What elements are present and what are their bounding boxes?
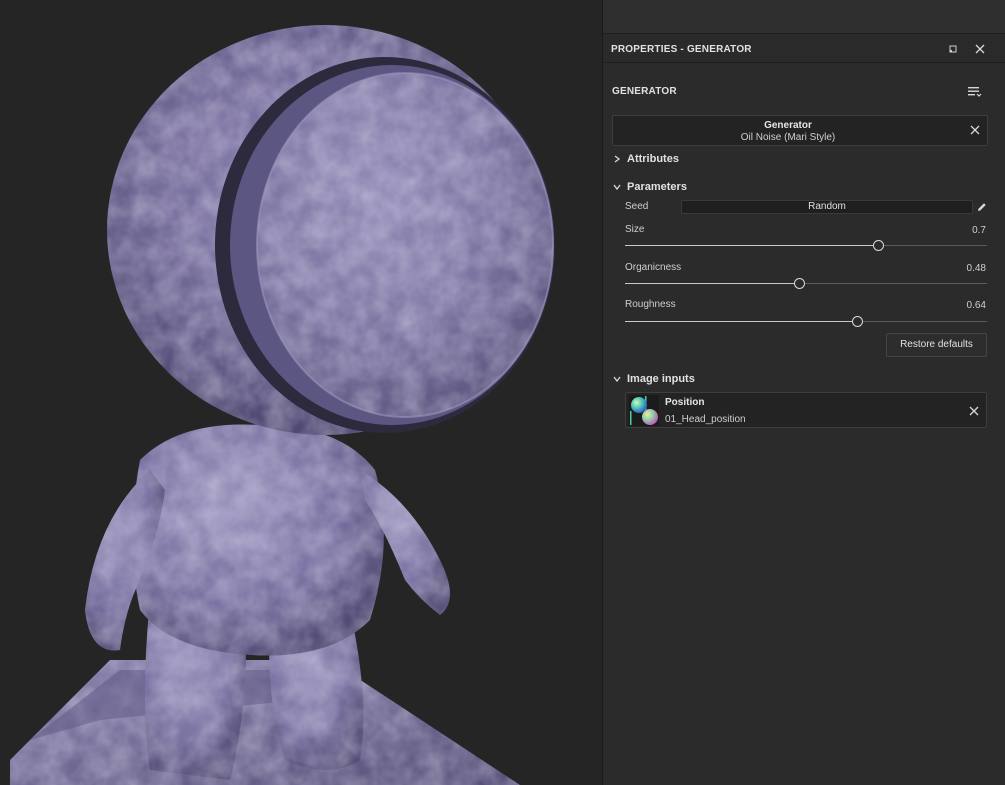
generator-name: Oil Noise (Mari Style) [740,132,836,143]
slider-fill [625,283,799,284]
section-parameters[interactable]: Parameters [612,181,687,193]
image-input-position[interactable]: Position 01_Head_position [625,392,987,428]
size-label: Size [625,224,645,235]
size-slider[interactable] [625,240,987,252]
close-icon[interactable] [969,124,981,136]
torso [132,424,384,656]
roughness-value[interactable]: 0.64 [967,300,986,311]
pencil-icon[interactable] [976,201,988,213]
organicness-value[interactable]: 0.48 [967,263,986,274]
slider-fill [625,245,879,246]
generator-selector[interactable]: Generator Oil Noise (Mari Style) [612,115,988,146]
panel-top-bar [603,0,1005,34]
viewport-3d[interactable] [0,0,602,785]
close-icon[interactable] [968,405,980,417]
generator-card-title: Generator [764,120,812,131]
face-plate [215,57,555,433]
size-value[interactable]: 0.7 [972,225,986,236]
seed-label: Seed [625,201,649,212]
panel-header: PROPERTIES - GENERATOR [603,35,1005,63]
panel-title: PROPERTIES - GENERATOR [611,44,752,55]
organicness-slider[interactable] [625,278,987,290]
slider-thumb[interactable] [873,240,885,251]
chevron-right-icon [614,155,621,163]
image-input-value: 01_Head_position [665,414,746,425]
slider-fill [625,321,857,322]
roughness-slider[interactable] [625,316,987,328]
organicness-label: Organicness [625,262,682,273]
menu-button[interactable] [966,83,984,99]
slider-thumb[interactable] [793,278,805,289]
generator-heading: GENERATOR [612,86,677,97]
maximize-button[interactable] [945,41,961,57]
section-image-inputs-label: Image inputs [627,373,695,385]
menu-icon [968,87,982,97]
slider-thumb[interactable] [851,316,863,327]
close-panel-button[interactable] [972,41,988,57]
close-icon [975,44,985,54]
section-parameters-label: Parameters [627,181,687,193]
position-map-thumbnail-icon [629,395,659,426]
chevron-down-icon [613,376,621,383]
restore-defaults-button[interactable]: Restore defaults [886,333,987,357]
maximize-icon [949,45,957,53]
roughness-label: Roughness [625,299,676,310]
section-image-inputs[interactable]: Image inputs [612,373,695,385]
chevron-down-icon [613,184,621,191]
section-attributes[interactable]: Attributes [612,153,679,165]
pedestal-base [10,660,520,785]
material-preview-mesh [10,25,555,785]
section-attributes-label: Attributes [627,153,679,165]
seed-random-button[interactable]: Random [681,200,973,214]
image-input-title: Position [665,397,705,408]
properties-panel: PROPERTIES - GENERATOR GENERATOR Generat… [602,0,1005,785]
